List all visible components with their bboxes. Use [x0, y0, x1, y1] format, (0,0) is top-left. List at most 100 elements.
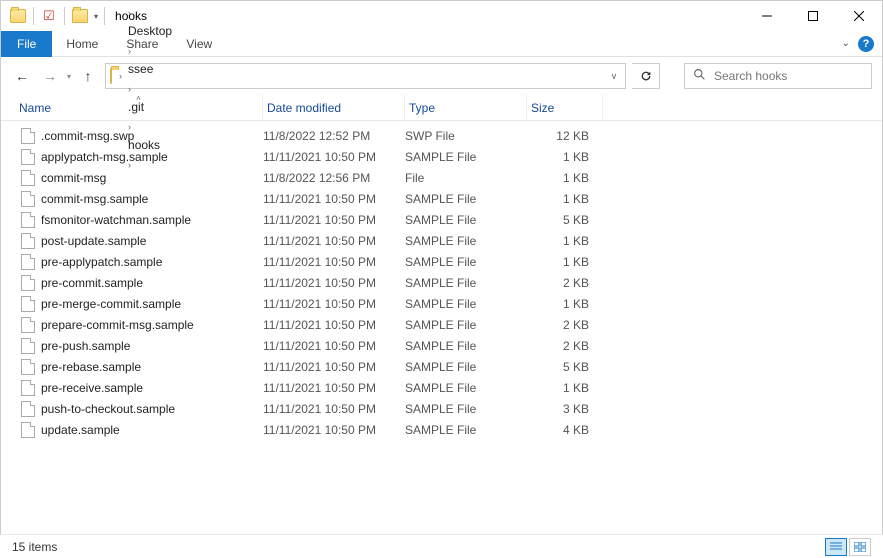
file-row[interactable]: commit-msg.sample11/11/2021 10:50 PMSAMP… — [1, 188, 882, 209]
address-dropdown-icon[interactable]: v — [603, 64, 625, 88]
file-icon — [21, 380, 35, 396]
breadcrumb-segment[interactable]: hooks — [125, 133, 175, 157]
file-date: 11/11/2021 10:50 PM — [263, 276, 405, 290]
column-name-label: Name — [19, 101, 51, 115]
file-date: 11/11/2021 10:50 PM — [263, 339, 405, 353]
column-size[interactable]: Size — [527, 95, 603, 120]
folder-icon — [110, 69, 112, 83]
file-row[interactable]: fsmonitor-watchman.sample11/11/2021 10:5… — [1, 209, 882, 230]
file-row[interactable]: push-to-checkout.sample11/11/2021 10:50 … — [1, 398, 882, 419]
column-name[interactable]: Name ˄ — [15, 95, 263, 120]
file-icon — [21, 254, 35, 270]
sort-ascending-icon: ˄ — [136, 94, 141, 103]
item-count: 15 items — [12, 540, 57, 554]
file-date: 11/11/2021 10:50 PM — [263, 150, 405, 164]
breadcrumb-segment[interactable]: ssee — [125, 57, 175, 81]
search-icon — [693, 68, 706, 84]
close-button[interactable] — [836, 1, 882, 31]
file-name: pre-push.sample — [41, 339, 130, 353]
file-name: push-to-checkout.sample — [41, 402, 175, 416]
chevron-right-icon[interactable]: › — [116, 71, 125, 81]
file-type: SAMPLE File — [405, 297, 527, 311]
file-date: 11/11/2021 10:50 PM — [263, 360, 405, 374]
file-name: commit-msg — [41, 171, 106, 185]
up-button[interactable]: ↑ — [77, 65, 99, 87]
file-type: SAMPLE File — [405, 192, 527, 206]
folder-icon — [9, 7, 27, 25]
separator — [64, 7, 65, 25]
file-row[interactable]: post-update.sample11/11/2021 10:50 PMSAM… — [1, 230, 882, 251]
new-folder-qat-button[interactable] — [71, 7, 89, 25]
file-row[interactable]: pre-commit.sample11/11/2021 10:50 PMSAMP… — [1, 272, 882, 293]
navigation-bar: ← → ▾ ↑ › This PC›Desktop›ssee›.git›hook… — [1, 57, 882, 95]
file-row[interactable]: pre-rebase.sample11/11/2021 10:50 PMSAMP… — [1, 356, 882, 377]
file-icon — [21, 401, 35, 417]
details-view-button[interactable] — [825, 538, 847, 556]
separator — [33, 7, 34, 25]
file-row[interactable]: prepare-commit-msg.sample11/11/2021 10:5… — [1, 314, 882, 335]
file-name: pre-rebase.sample — [41, 360, 141, 374]
file-icon — [21, 422, 35, 438]
recent-locations-dropdown[interactable]: ▾ — [67, 72, 71, 81]
file-type: SAMPLE File — [405, 255, 527, 269]
file-type: SAMPLE File — [405, 213, 527, 227]
file-date: 11/11/2021 10:50 PM — [263, 234, 405, 248]
file-row[interactable]: pre-push.sample11/11/2021 10:50 PMSAMPLE… — [1, 335, 882, 356]
file-row[interactable]: pre-merge-commit.sample11/11/2021 10:50 … — [1, 293, 882, 314]
file-tab[interactable]: File — [1, 31, 52, 57]
file-date: 11/11/2021 10:50 PM — [263, 192, 405, 206]
help-button[interactable]: ? — [858, 36, 874, 52]
maximize-button[interactable] — [790, 1, 836, 31]
file-size: 1 KB — [527, 234, 599, 248]
thumbnails-view-button[interactable] — [849, 538, 871, 556]
home-tab[interactable]: Home — [52, 31, 112, 57]
chevron-right-icon[interactable]: › — [125, 46, 134, 56]
column-type[interactable]: Type — [405, 95, 527, 120]
file-size: 1 KB — [527, 381, 599, 395]
file-icon — [21, 359, 35, 375]
file-icon — [21, 170, 35, 186]
file-icon — [21, 296, 35, 312]
chevron-right-icon[interactable]: › — [125, 122, 134, 132]
file-type: SAMPLE File — [405, 276, 527, 290]
search-input[interactable]: Search hooks — [684, 63, 872, 89]
separator — [104, 7, 105, 25]
file-date: 11/8/2022 12:56 PM — [263, 171, 405, 185]
back-button[interactable]: ← — [11, 65, 33, 87]
status-bar: 15 items — [0, 534, 883, 558]
file-row[interactable]: pre-receive.sample11/11/2021 10:50 PMSAM… — [1, 377, 882, 398]
breadcrumb-segment[interactable]: This PC — [125, 0, 175, 5]
file-name: prepare-commit-msg.sample — [41, 318, 194, 332]
chevron-right-icon[interactable]: › — [125, 160, 134, 170]
file-date: 11/11/2021 10:50 PM — [263, 297, 405, 311]
minimize-button[interactable] — [744, 1, 790, 31]
file-type: SAMPLE File — [405, 234, 527, 248]
expand-ribbon-icon[interactable]: ⌄ — [842, 38, 850, 49]
file-icon — [21, 338, 35, 354]
file-date: 11/11/2021 10:50 PM — [263, 423, 405, 437]
file-icon — [21, 233, 35, 249]
file-row[interactable]: pre-applypatch.sample11/11/2021 10:50 PM… — [1, 251, 882, 272]
address-bar[interactable]: › This PC›Desktop›ssee›.git›hooks› v — [105, 63, 626, 89]
file-icon — [21, 128, 35, 144]
file-type: SAMPLE File — [405, 402, 527, 416]
chevron-right-icon[interactable]: › — [125, 84, 134, 94]
properties-qat-button[interactable]: ☑ — [40, 7, 58, 25]
chevron-right-icon[interactable]: › — [125, 8, 134, 18]
column-date[interactable]: Date modified — [263, 95, 405, 120]
qat-dropdown-icon[interactable]: ▾ — [94, 12, 98, 21]
file-icon — [21, 149, 35, 165]
breadcrumb-segment[interactable]: Desktop — [125, 19, 175, 43]
file-size: 1 KB — [527, 150, 599, 164]
file-type: SAMPLE File — [405, 150, 527, 164]
file-row[interactable]: update.sample11/11/2021 10:50 PMSAMPLE F… — [1, 419, 882, 440]
file-size: 2 KB — [527, 276, 599, 290]
file-size: 2 KB — [527, 339, 599, 353]
forward-button[interactable]: → — [39, 65, 61, 87]
file-date: 11/11/2021 10:50 PM — [263, 381, 405, 395]
file-date: 11/8/2022 12:52 PM — [263, 129, 405, 143]
refresh-button[interactable] — [632, 63, 660, 89]
file-size: 3 KB — [527, 402, 599, 416]
file-size: 1 KB — [527, 192, 599, 206]
view-tab[interactable]: View — [172, 31, 226, 57]
